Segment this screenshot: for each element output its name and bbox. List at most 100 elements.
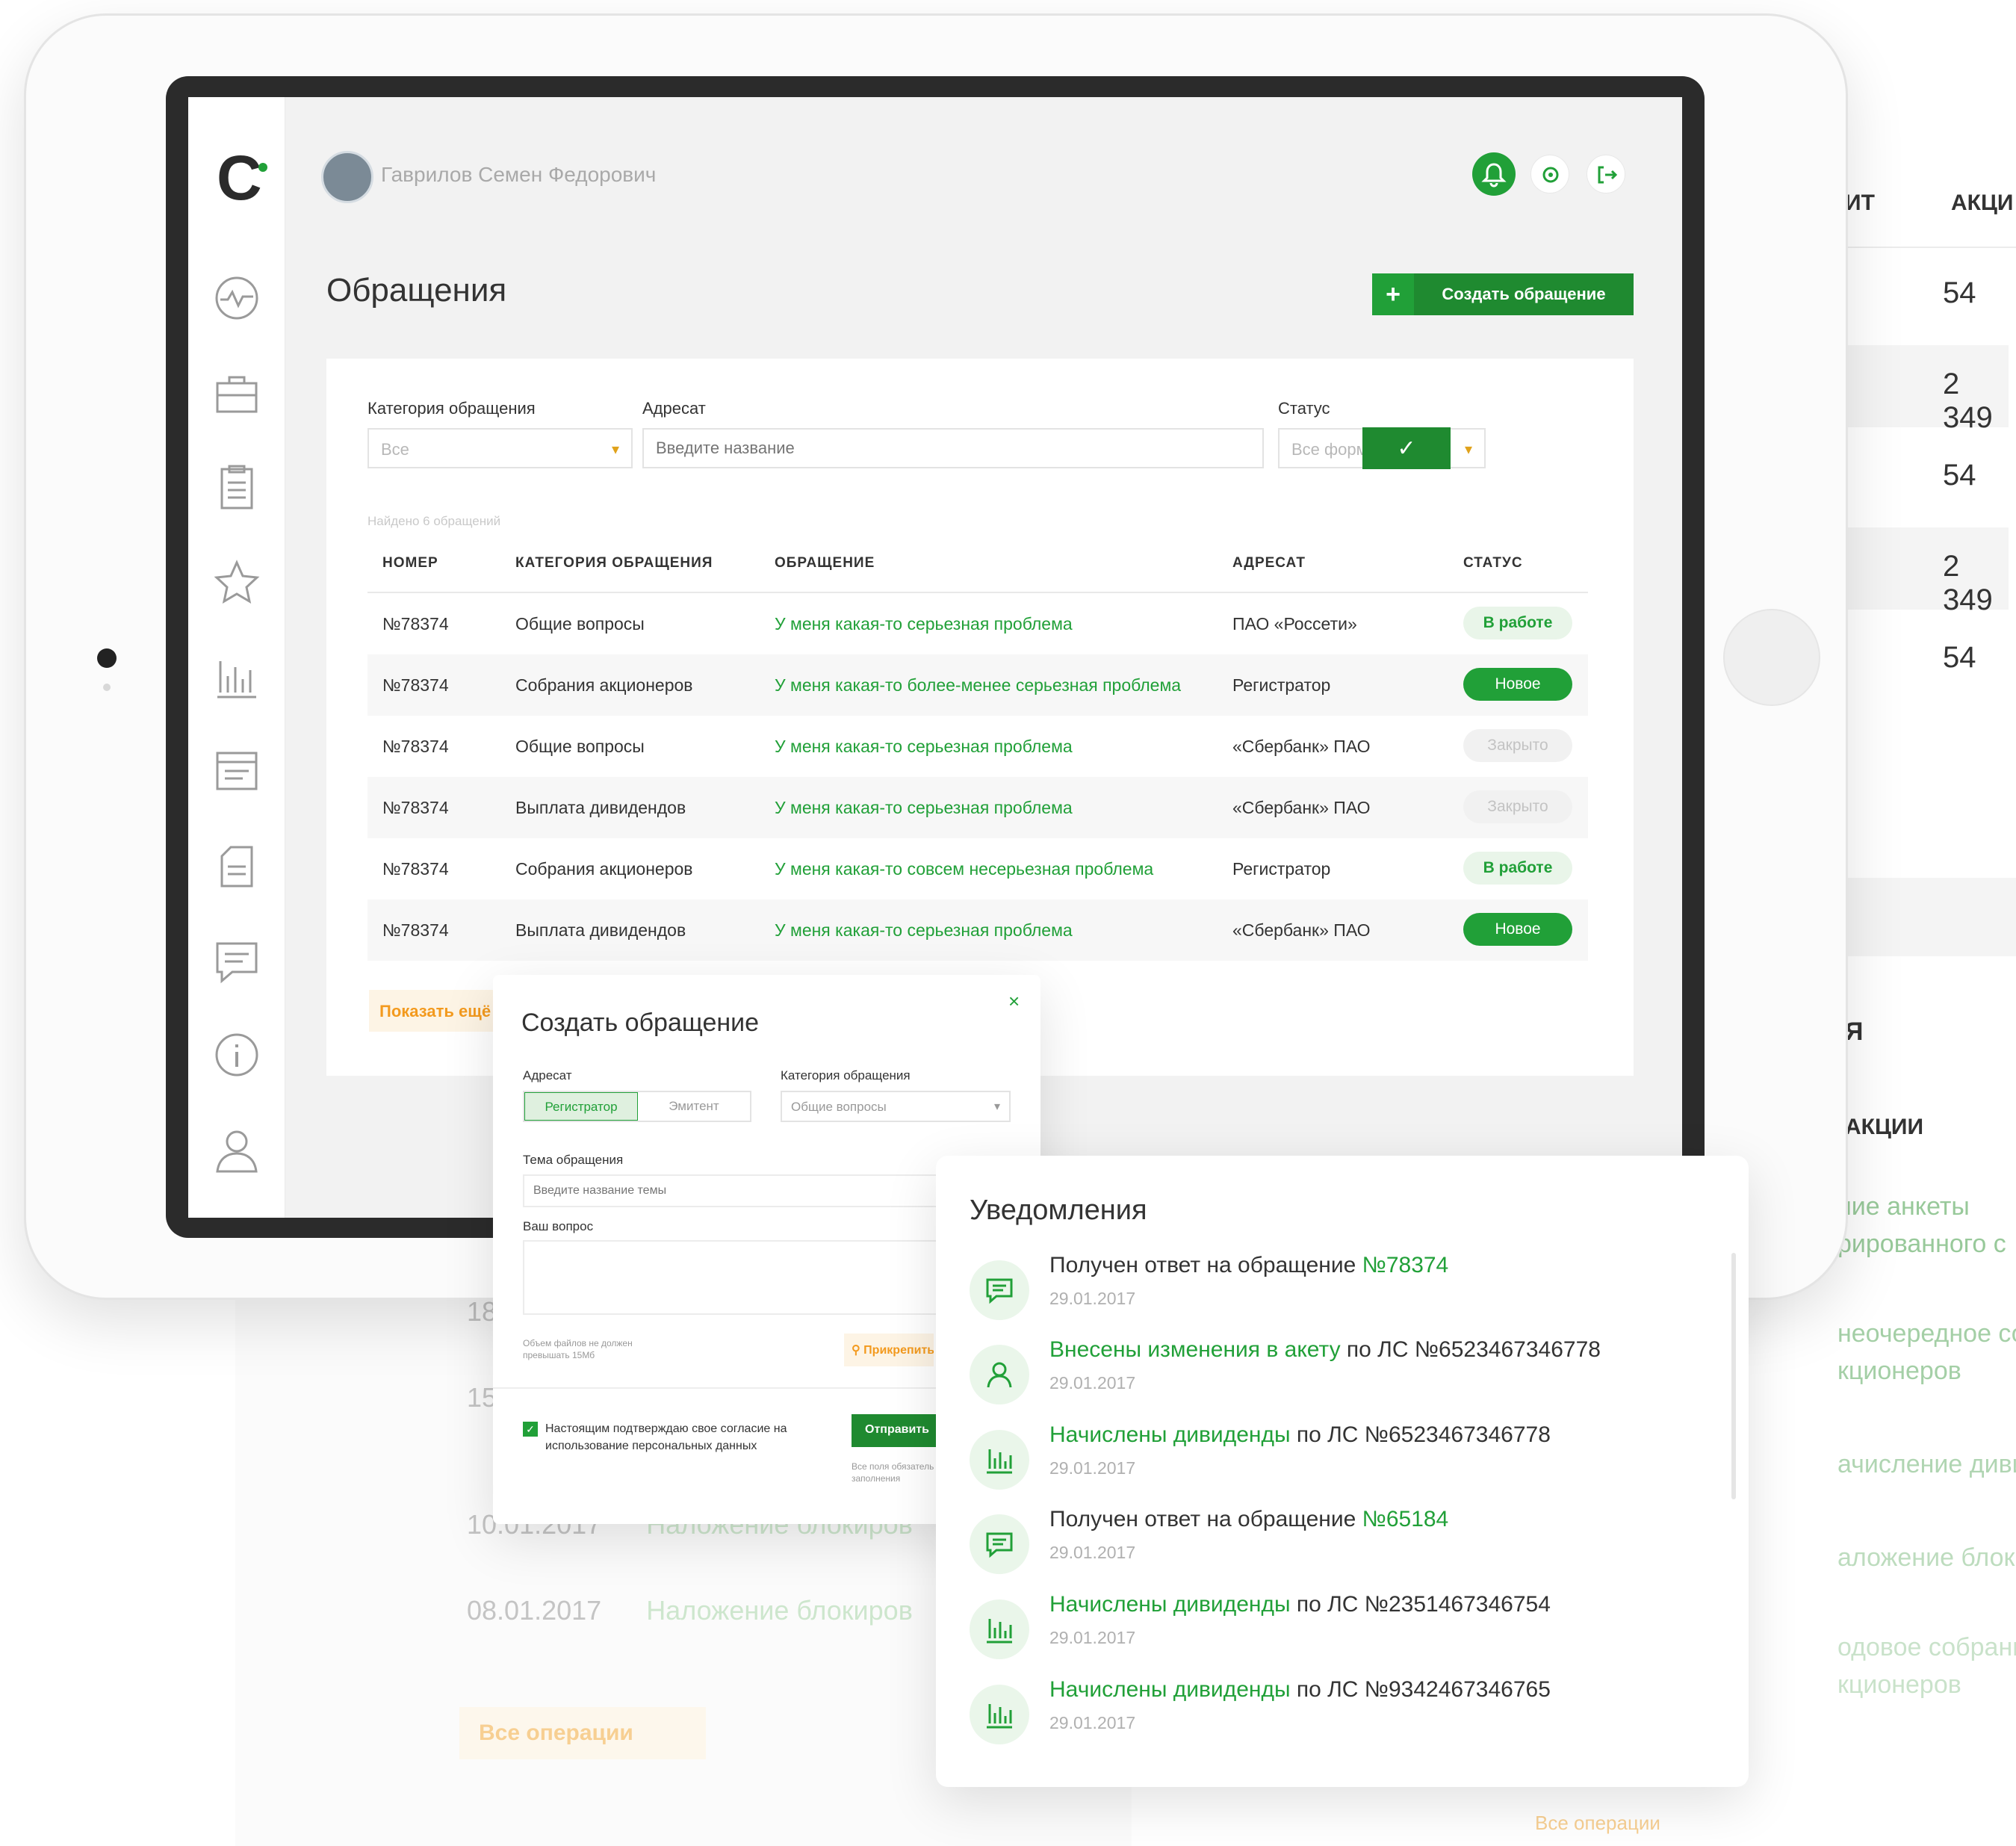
th-number: НОМЕР <box>382 555 438 571</box>
modal-category-value: Общие вопросы <box>791 1100 887 1114</box>
notification-post: по ЛС №6523467346778 <box>1290 1422 1551 1447</box>
request-category: Собрания акционеров <box>515 859 693 879</box>
request-addressee: ПАО «Россети» <box>1232 614 1357 634</box>
table-row[interactable]: №78374 Выплата дивидендов У меня какая-то … <box>367 777 1588 838</box>
request-number: №78374 <box>382 614 449 634</box>
notification-item[interactable]: Получен ответ на обращение №78374 29.01.2… <box>970 1253 1716 1328</box>
chart-icon[interactable] <box>213 654 261 701</box>
logout-icon[interactable] <box>1587 155 1625 193</box>
briefcase-icon[interactable] <box>213 370 261 418</box>
notification-item[interactable]: Начислены дивиденды по ЛС №9342467346765… <box>970 1677 1716 1752</box>
notification-text: Получен ответ на обращение №78374 <box>1049 1253 1448 1278</box>
th-category: КАТЕГОРИЯ ОБРАЩЕНИЯ <box>515 555 713 571</box>
request-addressee: Регистратор <box>1232 859 1331 879</box>
request-subject-link[interactable]: У меня какая-то более-менее серьезная пр… <box>775 675 1181 696</box>
chart-icon <box>970 1430 1029 1490</box>
notification-link[interactable]: Начислены дивиденды <box>1049 1592 1291 1617</box>
notification-link[interactable]: №65184 <box>1362 1507 1449 1531</box>
paperclip-icon: ⚲ <box>852 1344 864 1357</box>
message-icon <box>970 1260 1029 1320</box>
table-row[interactable]: №78374 Собрания акционеров У меня какая-то… <box>367 654 1588 716</box>
bg-value-row: 2 349 <box>1837 527 2009 616</box>
status-badge: Закрыто <box>1463 790 1572 823</box>
status-badge: Новое <box>1463 668 1572 701</box>
document-list-icon[interactable] <box>213 747 261 795</box>
clipboard-icon[interactable] <box>213 463 261 511</box>
notification-date: 29.01.2017 <box>1049 1628 1136 1647</box>
notification-date: 29.01.2017 <box>1049 1373 1136 1393</box>
request-subject-link[interactable]: У меня какая-то серьезная проблема <box>775 737 1073 757</box>
request-category: Выплата дивидендов <box>515 920 686 940</box>
bg-value-row: 54 <box>1837 436 2009 518</box>
notification-item[interactable]: Внесены изменения в акету по ЛС №6523467… <box>970 1337 1716 1412</box>
table-row[interactable]: №78374 Общие вопросы У меня какая-то серье… <box>367 716 1588 777</box>
table-row[interactable]: №78374 Собрания акционеров У меня какая-то… <box>367 838 1588 899</box>
bg-date-row: 08.01.2017 Наложение блокиров <box>467 1595 913 1626</box>
request-addressee: Регистратор <box>1232 675 1331 695</box>
notification-item[interactable]: Получен ответ на обращение №65184 29.01.2… <box>970 1507 1716 1582</box>
request-subject-link[interactable]: У меня какая-то серьезная проблема <box>775 798 1073 818</box>
topic-label: Тема обращения <box>523 1153 624 1167</box>
addressee-option-registrar[interactable]: Регистратор <box>524 1092 638 1121</box>
request-category: Общие вопросы <box>515 737 645 756</box>
consent-checkbox[interactable]: ✓ <box>523 1422 538 1437</box>
modal-title: Создать обращение <box>521 1009 760 1037</box>
bg-value-row: 2 349 <box>1837 345 2009 434</box>
notification-date: 29.01.2017 <box>1049 1543 1136 1562</box>
notification-link[interactable]: Начислены дивиденды <box>1049 1422 1291 1447</box>
camera <box>97 648 117 668</box>
modal-category-select[interactable]: Общие вопросы ▾ <box>781 1091 1011 1122</box>
notification-item[interactable]: Начислены дивиденды по ЛС №2351467346754… <box>970 1592 1716 1667</box>
request-category: Собрания акционеров <box>515 675 693 695</box>
logo-icon[interactable]: C <box>217 146 262 209</box>
notification-link[interactable]: №78374 <box>1362 1253 1449 1277</box>
chevron-down-icon: ▾ <box>993 1100 1000 1113</box>
request-subject-link[interactable]: У меня какая-то серьезная проблема <box>775 614 1073 634</box>
chart-icon <box>970 1685 1029 1744</box>
notification-link[interactable]: Начислены дивиденды <box>1049 1677 1291 1702</box>
scene: ИТ АКЦИ 54 2 349 54 2 349 54 Я АКЦИИ ние анк… <box>0 0 2016 1846</box>
notifications-title: Уведомления <box>970 1195 1147 1226</box>
addressee-input[interactable] <box>642 428 1264 468</box>
table-row[interactable]: №78374 Общие вопросы У меня какая-то серье… <box>367 593 1588 654</box>
page-title: Обращения <box>326 272 507 309</box>
notification-item[interactable]: Начислены дивиденды по ЛС №6523467346778… <box>970 1422 1716 1497</box>
show-more-button[interactable]: Показать ещё <box>369 990 496 1032</box>
plus-icon: + <box>1372 273 1414 315</box>
bg-value: 2 349 <box>1943 550 1993 616</box>
bg-date-text: Наложение блокиров <box>646 1595 913 1626</box>
request-subject-link[interactable]: У меня какая-то серьезная проблема <box>775 920 1073 941</box>
bg-date: 08.01.2017 <box>467 1595 602 1626</box>
profile-icon[interactable] <box>213 1127 261 1174</box>
star-icon[interactable] <box>213 559 261 607</box>
bg-value: 54 <box>1943 276 1976 309</box>
category-select[interactable]: Все ▾ <box>367 428 633 468</box>
avatar[interactable] <box>321 151 373 203</box>
notification-link[interactable]: Внесены изменения в акету <box>1049 1337 1341 1362</box>
apply-filter-button[interactable]: ✓ <box>1362 427 1451 469</box>
create-request-button[interactable]: + Создать обращение <box>1372 273 1634 315</box>
th-status: СТАТУС <box>1463 555 1523 571</box>
request-number: №78374 <box>382 920 449 940</box>
send-button[interactable]: Отправить <box>852 1414 941 1447</box>
user-name[interactable]: Гаврилов Семен Федорович <box>381 163 656 187</box>
messages-icon[interactable] <box>213 938 261 985</box>
dashboard-icon[interactable] <box>213 274 261 322</box>
request-subject-link[interactable]: У меня какая-то совсем несерьезная пробл… <box>775 859 1153 879</box>
info-icon[interactable] <box>213 1031 261 1079</box>
bg-col-header-1: ИТ <box>1845 191 1875 215</box>
gear-icon[interactable] <box>1530 155 1569 193</box>
bg-all-operations-button-2: Все операции <box>1535 1812 1660 1834</box>
bell-icon[interactable] <box>1472 152 1516 196</box>
notification-date: 29.01.2017 <box>1049 1458 1136 1478</box>
addressee-option-issuer[interactable]: Эмитент <box>638 1092 750 1121</box>
attach-file-button[interactable]: ⚲ Прикрепить <box>844 1334 934 1366</box>
scrollbar[interactable] <box>1731 1253 1736 1499</box>
bg-green-item: аложение блокиров <box>1837 1543 2016 1572</box>
status-badge: В работе <box>1463 607 1572 639</box>
close-icon[interactable]: × <box>1008 990 1020 1013</box>
table-row[interactable]: №78374 Выплата дивидендов У меня какая-то … <box>367 899 1588 961</box>
notes-icon[interactable] <box>213 843 261 891</box>
create-request-label: Создать обращение <box>1442 285 1606 303</box>
addressee-toggle: Регистратор Эмитент <box>523 1091 751 1122</box>
